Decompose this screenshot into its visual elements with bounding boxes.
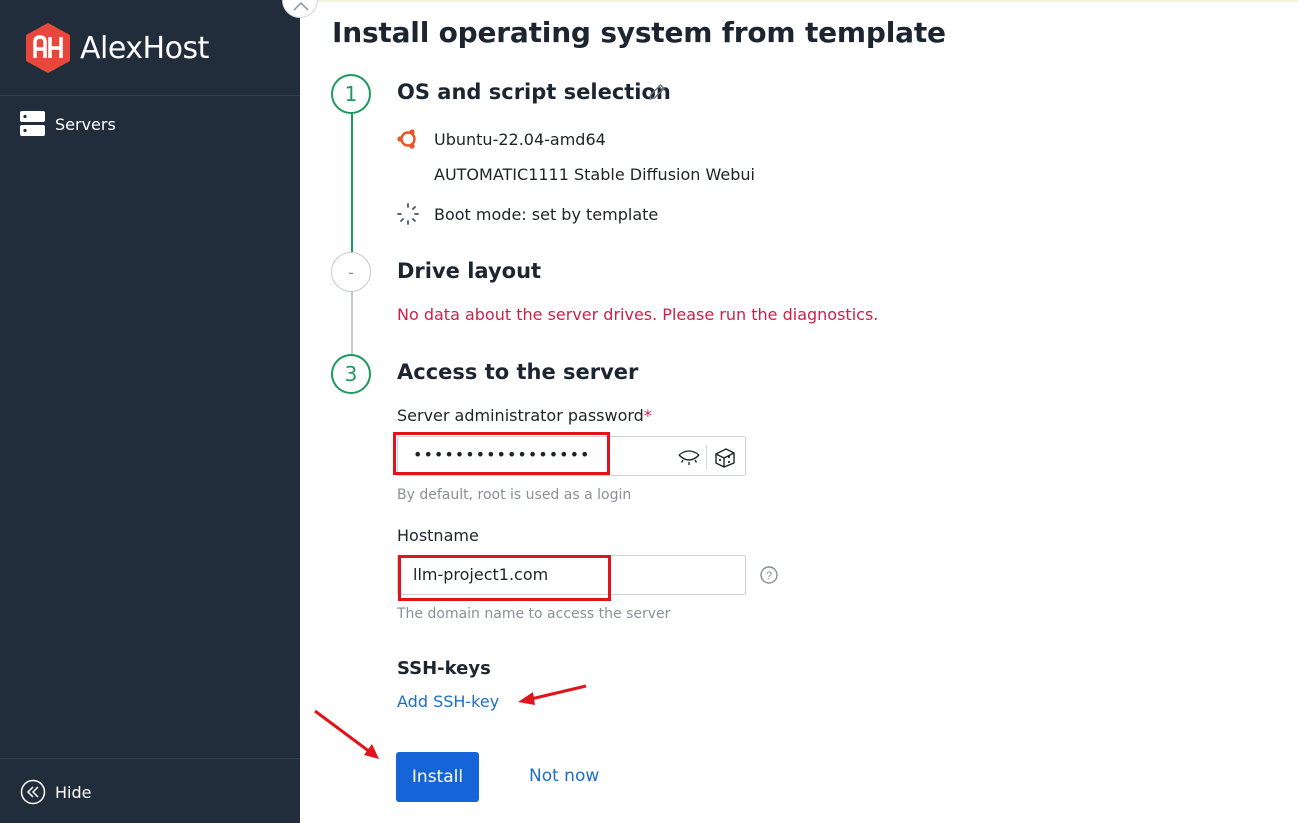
hostname-hint: The domain name to access the server [397,606,671,622]
sidebar-divider [0,95,300,96]
sidebar-item-servers[interactable]: Servers [20,110,116,138]
arrow-to-add-ssh-key [530,684,587,701]
arrow-head [518,692,535,705]
hide-label: Hide [55,782,92,802]
step-number-1: 1 [331,74,371,114]
os-image-row: Ubuntu-22.04-amd64 [396,127,606,151]
password-field[interactable]: ••••••••••••••••• [397,436,746,476]
step-title-drive-layout: Drive layout [397,259,542,283]
dice-generate-icon[interactable] [714,445,736,469]
ubuntu-icon [396,127,420,151]
svg-text:?: ? [766,570,772,582]
sidebar: AlexHost Servers Hide [0,0,300,823]
boot-mode-row: Boot mode: set by template [396,202,658,226]
not-now-button[interactable]: Not now [529,766,599,786]
step-title-os-selection: OS and script selection [397,80,671,104]
hostname-label: Hostname [397,526,479,545]
password-label-text: Server administrator password [397,406,644,425]
collapse-left-icon [20,779,46,805]
brand-name: AlexHost [80,30,209,66]
page-title: Install operating system from template [332,16,946,49]
script-row: AUTOMATIC1111 Stable Diffusion Webui [434,165,755,184]
hostname-value: llm-project1.com [413,565,549,584]
step-number-2: - [331,252,371,292]
chevron-up-icon [293,1,309,11]
top-border [300,0,1298,2]
arrow-to-install [314,709,371,754]
server-icon [20,111,45,136]
step-connector [351,114,353,252]
os-image-name: Ubuntu-22.04-amd64 [434,129,606,149]
required-mark: * [643,406,652,425]
hostname-input[interactable]: llm-project1.com [397,555,746,595]
boot-mode-text: Boot mode: set by template [434,204,659,224]
alexhost-logo-icon [26,23,70,73]
step-number-3: 3 [331,354,371,394]
install-button[interactable]: Install [396,752,479,802]
ssh-keys-title: SSH-keys [397,658,491,679]
arrow-head [364,744,379,759]
pencil-icon[interactable] [647,82,667,102]
step-connector [351,290,353,356]
add-ssh-key-link[interactable]: Add SSH-key [397,692,499,711]
sidebar-divider [0,758,300,759]
password-value: ••••••••••••••••• [413,445,591,464]
drive-error-message: No data about the server drives. Please … [397,305,879,324]
help-icon[interactable]: ? [760,566,778,584]
hide-sidebar-button[interactable]: Hide [20,779,91,805]
brand-logo[interactable]: AlexHost [24,22,209,74]
divider [706,445,707,469]
sidebar-item-label: Servers [55,114,116,134]
step-title-access: Access to the server [397,360,639,384]
password-hint: By default, root is used as a login [397,487,632,503]
password-label: Server administrator password* [397,406,652,425]
script-name: AUTOMATIC1111 Stable Diffusion Webui [434,165,755,184]
loading-spinner-icon [396,202,420,226]
eye-closed-icon[interactable] [677,445,701,469]
